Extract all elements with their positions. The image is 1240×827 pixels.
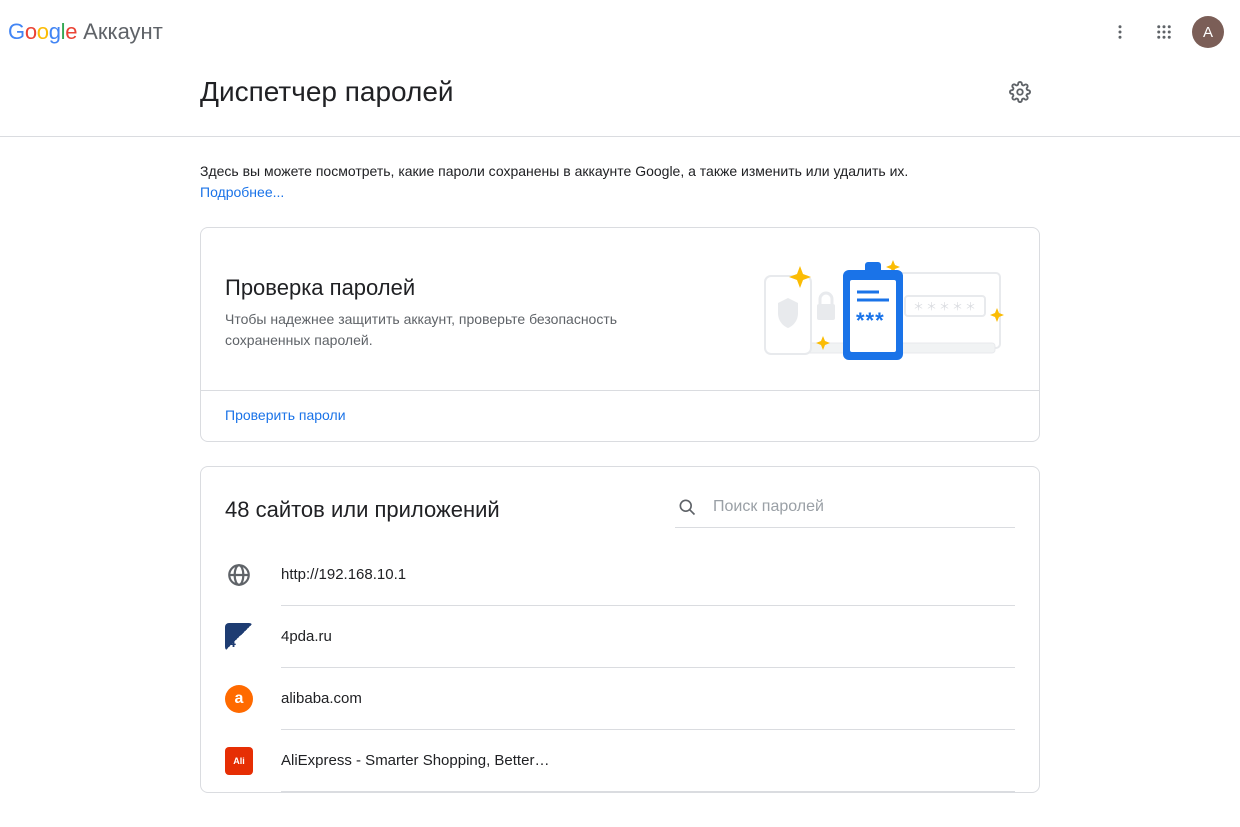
checkup-title: Проверка паролей <box>225 275 715 301</box>
site-icon <box>225 561 253 589</box>
site-icon: 4 <box>225 623 253 651</box>
apps-grid-icon[interactable] <box>1144 12 1184 52</box>
sites-card: 48 сайтов или приложений http://192.168.… <box>200 466 1040 793</box>
checkup-illustration: ＊＊＊＊＊ <box>735 248 1015 378</box>
site-label: AliExpress - Smarter Shopping, Better… <box>281 730 1015 792</box>
site-row[interactable]: http://192.168.10.1 <box>225 544 1015 606</box>
settings-gear-icon[interactable] <box>1000 72 1040 112</box>
app-header: Google Аккаунт А <box>0 0 1240 64</box>
svg-text:＊＊＊＊＊: ＊＊＊＊＊ <box>913 301 978 313</box>
site-row[interactable]: a alibaba.com <box>225 668 1015 730</box>
page-title: Диспетчер паролей <box>200 76 1000 108</box>
site-icon: Ali <box>225 747 253 775</box>
site-row[interactable]: Ali AliExpress - Smarter Shopping, Better… <box>225 730 1015 792</box>
site-label: http://192.168.10.1 <box>281 544 1015 606</box>
search-icon <box>677 497 697 517</box>
svg-text:***: *** <box>856 308 885 333</box>
checkup-desc: Чтобы надежнее защитить аккаунт, проверь… <box>225 309 645 351</box>
account-avatar[interactable]: А <box>1192 16 1224 48</box>
learn-more-link[interactable]: Подробнее... <box>200 184 284 200</box>
search-passwords[interactable] <box>675 495 1015 528</box>
more-vert-icon[interactable] <box>1100 12 1140 52</box>
google-account-logo[interactable]: Google Аккаунт <box>8 19 163 45</box>
check-passwords-link[interactable]: Проверить пароли <box>225 407 346 423</box>
password-checkup-card: Проверка паролей Чтобы надежнее защитить… <box>200 227 1040 442</box>
product-name: Аккаунт <box>83 19 163 45</box>
site-icon: a <box>225 685 253 713</box>
site-row[interactable]: 4 4pda.ru <box>225 606 1015 668</box>
search-input[interactable] <box>711 497 1013 517</box>
site-label: 4pda.ru <box>281 606 1015 668</box>
intro-text: Здесь вы можете посмотреть, какие пароли… <box>200 161 1040 203</box>
google-logo: Google <box>8 19 77 45</box>
sites-count-label: 48 сайтов или приложений <box>225 497 659 523</box>
avatar-letter: А <box>1203 24 1213 41</box>
site-label: alibaba.com <box>281 668 1015 730</box>
page-header-row: Диспетчер паролей <box>200 64 1040 136</box>
